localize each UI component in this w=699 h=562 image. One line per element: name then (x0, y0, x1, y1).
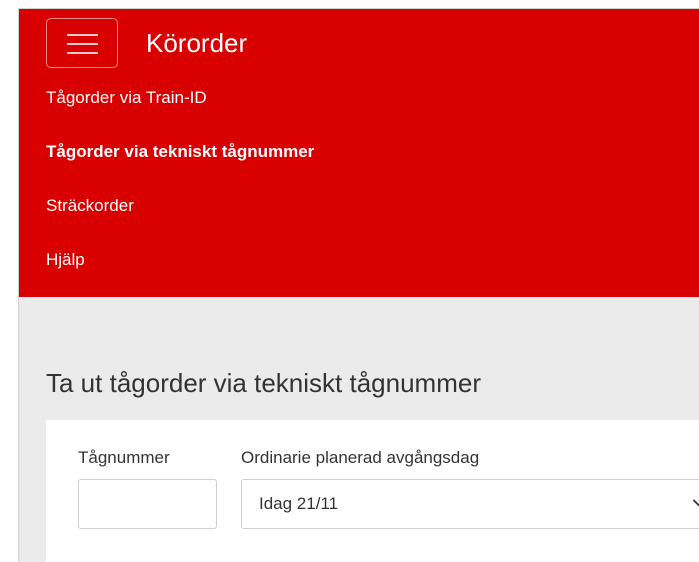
chevron-down-icon (693, 499, 699, 507)
nav-item-help[interactable]: Hjälp (46, 249, 85, 271)
menu-toggle-button[interactable] (46, 18, 118, 68)
departure-day-select[interactable]: Idag 21/11 (241, 479, 699, 529)
app-header: Körorder Tågorder via Train-ID Tågorder … (19, 9, 699, 297)
departure-day-label: Ordinarie planerad avgångsdag (241, 448, 480, 467)
train-number-label: Tågnummer (78, 448, 170, 467)
page-title: Ta ut tågorder via tekniskt tågnummer (46, 368, 481, 398)
train-number-input[interactable] (78, 479, 217, 529)
nav-item-train-id[interactable]: Tågorder via Train-ID (46, 87, 207, 109)
app-window: Körorder Tågorder via Train-ID Tågorder … (18, 8, 699, 562)
nav-item-technical-train-number[interactable]: Tågorder via tekniskt tågnummer (46, 141, 314, 163)
app-title: Körorder (146, 28, 248, 58)
search-form: Tågnummer Ordinarie planerad avgångsdag … (46, 420, 699, 562)
nav-item-route-order[interactable]: Sträckorder (46, 195, 134, 217)
screenshot-frame: Körorder Tågorder via Train-ID Tågorder … (0, 0, 699, 562)
departure-day-selected-value: Idag 21/11 (259, 494, 339, 513)
